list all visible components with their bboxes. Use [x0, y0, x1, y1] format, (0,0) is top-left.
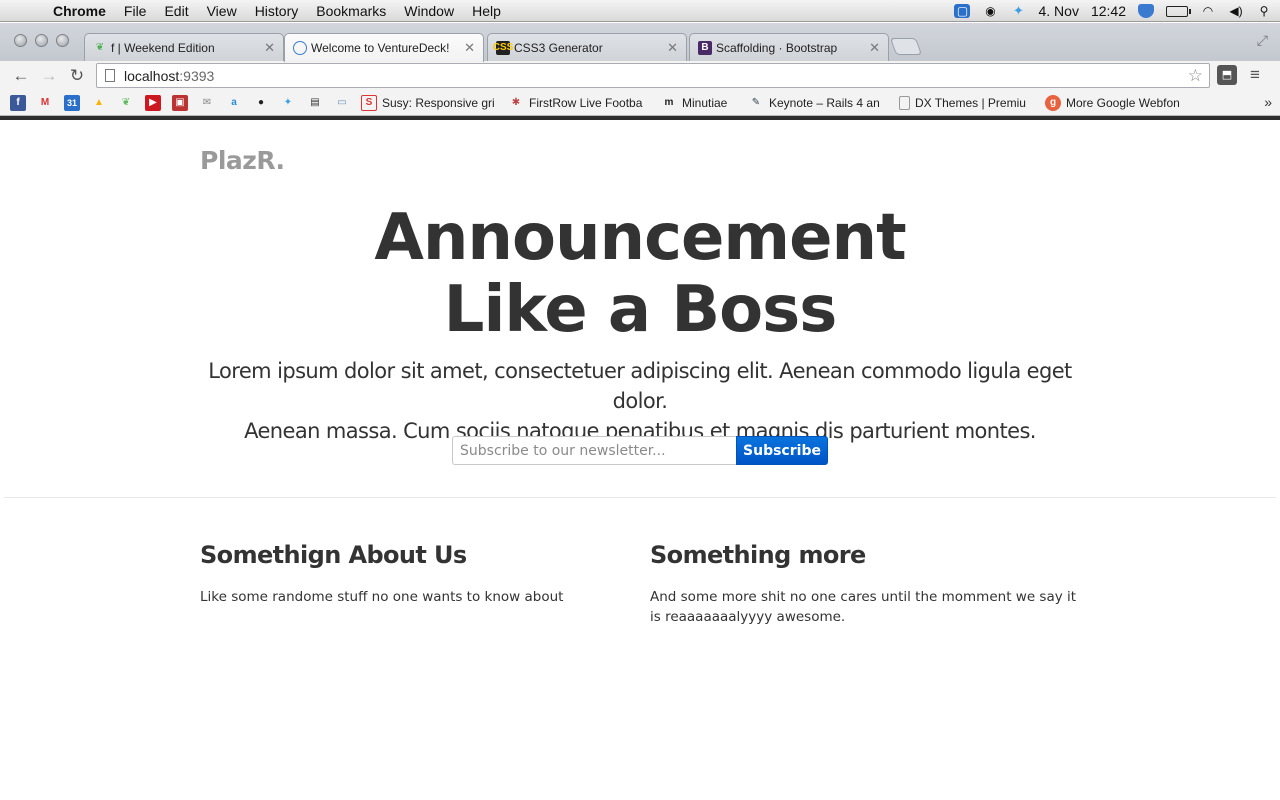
- tab-bootstrap[interactable]: B Scaffolding · Bootstrap ✕: [689, 33, 889, 61]
- bookmark-dx-themes[interactable]: DX Themes | Premiu: [899, 95, 1031, 110]
- hero-title-line: Announcement: [374, 201, 906, 275]
- leaf-icon: ❦: [95, 42, 105, 53]
- menu-history[interactable]: History: [246, 3, 308, 19]
- feature-heading: Something more: [650, 541, 866, 569]
- close-tab-icon[interactable]: ✕: [869, 40, 880, 56]
- menu-bookmarks[interactable]: Bookmarks: [307, 3, 395, 19]
- tab-title: Welcome to VentureDeck!: [311, 41, 450, 55]
- drive-icon[interactable]: ▲: [91, 95, 107, 111]
- menu-app-chrome[interactable]: Chrome: [44, 3, 115, 19]
- newsletter-email-input[interactable]: [452, 436, 736, 465]
- car-icon[interactable]: ▤: [307, 95, 323, 111]
- url-host: localhost: [124, 67, 180, 84]
- hero-title: Announcement Like a Boss: [4, 202, 1276, 346]
- date-text: 4. Nov: [1038, 3, 1079, 19]
- tab-title: Scaffolding · Bootstrap: [716, 40, 838, 55]
- globe-icon: [293, 41, 307, 55]
- tab-weekend-edition[interactable]: ❦ f | Weekend Edition ✕: [84, 33, 284, 61]
- minimize-window-icon[interactable]: [35, 34, 48, 47]
- menu-view[interactable]: View: [198, 3, 246, 19]
- hero-subtitle-line: Lorem ipsum dolor sit amet, consectetuer…: [208, 359, 1072, 413]
- tab-venturedeck[interactable]: Welcome to VentureDeck! ✕: [284, 33, 484, 62]
- zoom-window-icon[interactable]: [56, 34, 69, 47]
- close-tab-icon[interactable]: ✕: [264, 40, 275, 56]
- browser-toolbar: ← → ↻ localhost:9393 ☆ ⬒ ≡: [0, 61, 1280, 90]
- status-tray: ▢ ◉ ✦ 4. Nov 12:42 ◠ ◀) ⚲: [954, 0, 1272, 22]
- menu-window[interactable]: Window: [395, 3, 463, 19]
- back-arrow-icon[interactable]: ←: [7, 66, 35, 86]
- calendar-icon[interactable]: 31: [64, 94, 80, 111]
- close-window-icon[interactable]: [14, 34, 27, 47]
- youtube-icon[interactable]: ▶: [145, 94, 161, 111]
- bookmark-susy[interactable]: S Susy: Responsive gri: [361, 94, 494, 111]
- shield-icon[interactable]: [1138, 4, 1154, 18]
- susy-icon: S: [361, 94, 377, 111]
- tab-css3-generator[interactable]: CSS CSS3 Generator ✕: [487, 33, 687, 61]
- close-tab-icon[interactable]: ✕: [464, 40, 475, 56]
- subscribe-button[interactable]: Subscribe: [736, 436, 828, 465]
- bookmark-keynote[interactable]: ✎ Keynote – Rails 4 an: [748, 95, 885, 111]
- close-tab-icon[interactable]: ✕: [667, 40, 678, 56]
- window-controls: [14, 34, 69, 47]
- bootstrap-icon: B: [698, 40, 712, 55]
- menu-help[interactable]: Help: [463, 3, 510, 19]
- extension-icon[interactable]: ⬒: [1217, 65, 1237, 85]
- spotlight-search-icon[interactable]: ⚲: [1256, 4, 1272, 18]
- bookmark-red-icon[interactable]: ▣: [172, 94, 188, 111]
- bookmarks-bar: f M 31 ▲ ❦ ▶ ▣ ✉ a ● ✦ ▤ ▭ S Susy: Respo…: [0, 90, 1280, 116]
- bookmark-minutiae[interactable]: m Minutiae: [661, 95, 734, 111]
- page-icon: [105, 69, 115, 82]
- url-port: :9393: [179, 67, 215, 84]
- folder-icon[interactable]: ▭: [334, 95, 350, 111]
- forward-arrow-icon[interactable]: →: [35, 66, 63, 86]
- battery-icon[interactable]: [1166, 5, 1191, 17]
- chrome-menu-icon[interactable]: ≡: [1250, 65, 1260, 85]
- bookmark-firstrow[interactable]: ✱ FirstRow Live Footba: [508, 95, 647, 111]
- section-divider: [4, 497, 1276, 498]
- bookmark-star-icon[interactable]: ☆: [1188, 66, 1203, 86]
- feature-something-more: Something more And some more shit no one…: [650, 541, 1080, 627]
- gmail-icon[interactable]: M: [37, 95, 53, 111]
- new-tab-button[interactable]: [889, 38, 923, 55]
- facebook-icon[interactable]: f: [10, 94, 26, 111]
- address-bar[interactable]: localhost:9393 ☆: [96, 63, 1210, 88]
- amazon-icon[interactable]: a: [226, 95, 242, 111]
- screen-icon[interactable]: ▢: [954, 4, 971, 18]
- hero-title-line: Like a Boss: [443, 273, 838, 347]
- time-text[interactable]: 12:42: [1091, 3, 1126, 19]
- twitter-icon[interactable]: ✦: [280, 95, 296, 111]
- tab-title: f | Weekend Edition: [111, 40, 215, 55]
- reload-icon[interactable]: ↻: [63, 66, 91, 86]
- page-icon: [899, 95, 910, 110]
- css3-icon: CSS: [492, 40, 514, 55]
- menu-file[interactable]: File: [115, 3, 156, 19]
- twitter-icon[interactable]: ✦: [1010, 3, 1026, 18]
- tab-strip: ❦ f | Weekend Edition ✕ Welcome to Ventu…: [0, 23, 1280, 62]
- brand-logo[interactable]: PlazR.: [200, 146, 285, 175]
- firstrow-icon: ✱: [511, 97, 521, 108]
- github-icon[interactable]: ●: [253, 95, 269, 111]
- minutiae-icon: m: [664, 97, 674, 108]
- web-page: PlazR. Announcement Like a Boss Lorem ip…: [4, 120, 1276, 800]
- hero-subtitle: Lorem ipsum dolor sit amet, consectetuer…: [204, 356, 1076, 446]
- tab-title: CSS3 Generator: [514, 40, 603, 55]
- keynote-icon: ✎: [751, 97, 761, 108]
- feature-about-us: Somethign About Us Like some randome stu…: [200, 541, 630, 607]
- feature-heading: Somethign About Us: [200, 541, 467, 569]
- feature-text: Like some randome stuff no one wants to …: [200, 589, 564, 605]
- volume-icon[interactable]: ◀): [1228, 4, 1244, 18]
- more-bookmarks-icon[interactable]: »: [1264, 94, 1272, 110]
- notification-icon[interactable]: ◉: [982, 4, 998, 18]
- menu-edit[interactable]: Edit: [155, 3, 197, 19]
- feature-text: And some more shit no one cares until th…: [650, 589, 1077, 625]
- mail-icon[interactable]: ✉: [199, 95, 215, 111]
- macos-menubar: Chrome File Edit View History Bookmarks …: [0, 0, 1280, 22]
- google-icon: g: [1045, 94, 1061, 111]
- newsletter-form: Subscribe: [452, 436, 828, 465]
- bookmark-google-webfonts[interactable]: g More Google Webfon: [1045, 94, 1182, 111]
- feedly-icon[interactable]: ❦: [118, 95, 134, 111]
- fullscreen-icon[interactable]: ⤢: [1257, 32, 1268, 49]
- wifi-icon[interactable]: ◠: [1200, 4, 1216, 18]
